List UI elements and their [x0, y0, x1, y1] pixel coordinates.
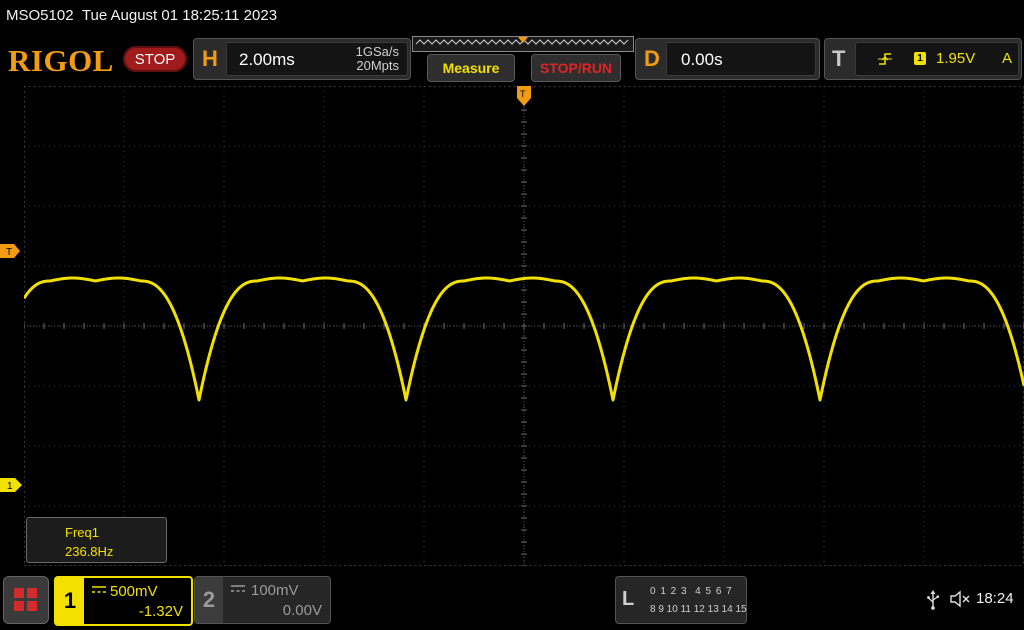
channel2-number: 2	[195, 577, 223, 623]
trigger-marker-text: T	[6, 247, 12, 258]
bottom-bar: 1 500mV -1.32V 2 100mV 0.00V L 0 1 2 3 4…	[0, 570, 1024, 630]
memory-depth: 20Mpts	[356, 58, 399, 73]
memory-position-strip	[412, 36, 634, 52]
channel1-number: 1	[56, 578, 84, 624]
channel1-panel[interactable]: 1 500mV -1.32V	[54, 576, 193, 626]
timebase-value: 2.00ms	[239, 50, 295, 69]
delay-value: 0.00s	[681, 50, 723, 69]
trigger-level: 1.95V	[936, 50, 976, 67]
brand-logo: RIGOL	[8, 43, 114, 78]
measurement-value: 236.8Hz	[65, 544, 114, 559]
system-clock: 18:24	[976, 590, 1014, 607]
dc-coupling-icon	[92, 586, 106, 593]
header-bar: RIGOL STOP H 2.00ms 1GSa/s 20Mpts Measur…	[0, 34, 1024, 84]
measurement-box[interactable]: Freq1 236.8Hz	[26, 517, 167, 563]
position-marker-text: T	[520, 89, 526, 99]
delay-panel[interactable]: D 0.00s	[635, 38, 820, 80]
run-state-badge: STOP	[123, 46, 187, 72]
date-time: Tue August 01 18:25:11 2023	[81, 7, 278, 24]
rising-edge-icon	[878, 53, 892, 65]
sample-rate: 1GSa/s	[355, 44, 399, 59]
usb-icon	[927, 590, 939, 610]
trigger-level-marker[interactable]: T	[0, 244, 20, 258]
trigger-mode: A	[1002, 50, 1013, 67]
measurement-label: Freq1	[65, 525, 99, 540]
channel1-offset: -1.32V	[138, 603, 183, 620]
channel2-offset: 0.00V	[282, 602, 322, 619]
title-bar: MSO5102 Tue August 01 18:25:11 2023	[0, 0, 1024, 32]
channel-marker-text: 1	[7, 481, 13, 492]
device-model: MSO5102	[6, 7, 74, 24]
stop-run-button[interactable]: STOP/RUN	[531, 54, 621, 82]
delay-display: 0.00s	[666, 42, 816, 76]
logic-channels-row1: 0 1 2 3 4 5 6 7	[650, 586, 733, 597]
delay-label: D	[644, 46, 660, 71]
channel2-scale: 100mV	[251, 582, 299, 599]
timebase-display: 2.00ms 1GSa/s 20Mpts	[226, 42, 408, 76]
trigger-position-marker[interactable]: T	[515, 86, 533, 108]
waveform-grid[interactable]	[24, 86, 1024, 566]
home-button[interactable]	[3, 576, 49, 624]
device-datetime: MSO5102 Tue August 01 18:25:11 2023	[6, 7, 277, 24]
horizontal-label: H	[202, 46, 218, 71]
horizontal-panel[interactable]: H 2.00ms 1GSa/s 20Mpts	[193, 38, 411, 80]
measure-button[interactable]: Measure	[427, 54, 515, 82]
trigger-source-badge: 1	[914, 52, 926, 65]
channel2-panel[interactable]: 2 100mV 0.00V	[194, 576, 331, 624]
trigger-display: 1 1.95V A	[855, 42, 1019, 76]
sample-info: 1GSa/s 20Mpts	[356, 45, 399, 73]
channel1-offset-marker[interactable]: 1	[0, 478, 22, 492]
logic-analyzer-panel[interactable]: L 0 1 2 3 4 5 6 7 8 9 10 11 12 13 14 15	[615, 576, 747, 624]
channel1-scale: 500mV	[110, 583, 158, 600]
grid-menu-icon	[14, 588, 37, 611]
trigger-panel[interactable]: T 1 1.95V A	[824, 38, 1022, 80]
dc-coupling-icon	[231, 585, 245, 592]
trigger-label: T	[832, 46, 846, 71]
logic-label: L	[622, 588, 635, 610]
speaker-muted-icon[interactable]	[950, 590, 972, 608]
logic-channels-row2: 8 9 10 11 12 13 14 15	[650, 604, 747, 615]
